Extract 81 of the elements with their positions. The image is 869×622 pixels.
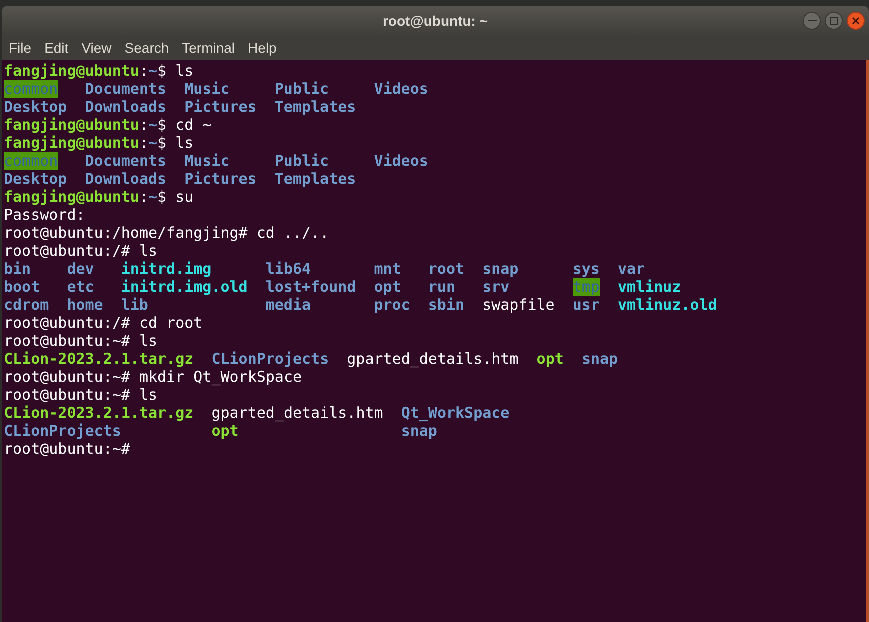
directory-name: tmp [572,278,600,296]
directory-name: etc [67,278,94,296]
directory-name: opt [374,278,402,296]
directory-name: sbin [428,296,465,314]
menu-item[interactable]: File [9,38,32,59]
directory-name: root [428,260,465,278]
directory-name: Desktop [4,170,68,188]
close-button[interactable] [847,12,865,30]
directory-name: bin [4,260,32,278]
directory-name: Music [184,80,230,98]
file-name: CLion-2023.2.1.tar.gz [4,350,194,368]
link-name: initrd.img.old [121,278,248,296]
menu-item[interactable]: View [82,38,112,59]
terminal-line: root@ubuntu:~# ls [4,386,158,404]
file-name: CLion-2023.2.1.tar.gz [4,404,194,422]
directory-name: dev [67,260,94,278]
terminal-line: root@ubuntu:/home/fangjing# cd ../.. [4,224,330,242]
directory-name: Pictures [184,170,257,188]
file-name: swapfile [482,296,555,314]
terminal-line: Password: [4,206,86,224]
directory-name: Videos [374,152,428,170]
window-title: root@ubuntu: ~ [382,12,488,31]
directory-name: CLionProjects [212,350,330,368]
menu-item[interactable]: Help [248,38,277,59]
directory-name: Qt_WorkSpace [401,404,510,422]
maximize-button[interactable] [825,12,843,30]
command-line: fangjing@ubuntu:~$ ls [4,134,194,152]
file-name: gparted_details.htm [212,404,384,422]
directory-name: srv [482,278,510,296]
directory-name: var [618,260,646,278]
directory-name: proc [374,296,410,314]
directory-name: common [4,80,58,98]
directory-name: boot [4,278,40,296]
menu-item[interactable]: Search [124,38,170,59]
directory-name: Templates [274,98,356,116]
directory-name: sys [572,260,600,278]
directory-name: Pictures [184,98,257,116]
menu-item[interactable]: Edit [44,38,69,59]
directory-name: Templates [274,170,356,188]
directory-name: lib [121,296,148,314]
terminal-line: root@ubuntu:/# cd root [4,314,203,332]
link-name: vmlinuz [618,278,682,296]
directory-name: Videos [374,80,428,98]
directory-name: mnt [374,260,402,278]
directory-name: run [428,278,456,296]
minimize-button[interactable] [803,12,821,30]
directory-name: Documents [85,152,167,170]
file-name: opt [536,350,564,368]
close-icon [852,17,860,25]
directory-name: common [4,152,58,170]
directory-name: lib64 [266,260,312,278]
command-line: fangjing@ubuntu:~$ ls [4,62,194,80]
directory-name: snap [582,350,618,368]
command-line: fangjing@ubuntu:~$ cd ~ [4,116,212,134]
directory-name: Public [274,152,330,170]
directory-name: Public [274,80,330,98]
file-name: gparted_details.htm [347,350,519,368]
maximize-icon [830,17,838,25]
directory-name: snap [482,260,519,278]
directory-name: Downloads [85,170,167,188]
directory-name: Desktop [4,98,68,116]
file-name: opt [212,422,239,440]
directory-name: Documents [85,80,167,98]
command-line: fangjing@ubuntu:~$ su [4,188,194,206]
link-name: initrd.img [121,260,212,278]
directory-name: Music [184,152,230,170]
directory-name: home [67,296,104,314]
directory-name: media [266,296,312,314]
directory-name: usr [572,296,600,314]
terminal-line: root@ubuntu:~# ls [4,332,158,350]
minimize-icon [808,20,816,22]
directory-name: snap [401,422,438,440]
menu-item[interactable]: Terminal [182,38,236,59]
directory-name: lost+found [266,278,356,296]
terminal-line: root@ubuntu:/# ls [4,242,158,260]
terminal-line: root@ubuntu:~# mkdir Qt_WorkSpace [4,368,302,386]
directory-name: CLionProjects [4,422,122,440]
directory-name: Downloads [85,98,167,116]
terminal-line: root@ubuntu:~# [4,440,130,458]
directory-name: cdrom [4,296,50,314]
link-name: vmlinuz.old [618,296,718,314]
